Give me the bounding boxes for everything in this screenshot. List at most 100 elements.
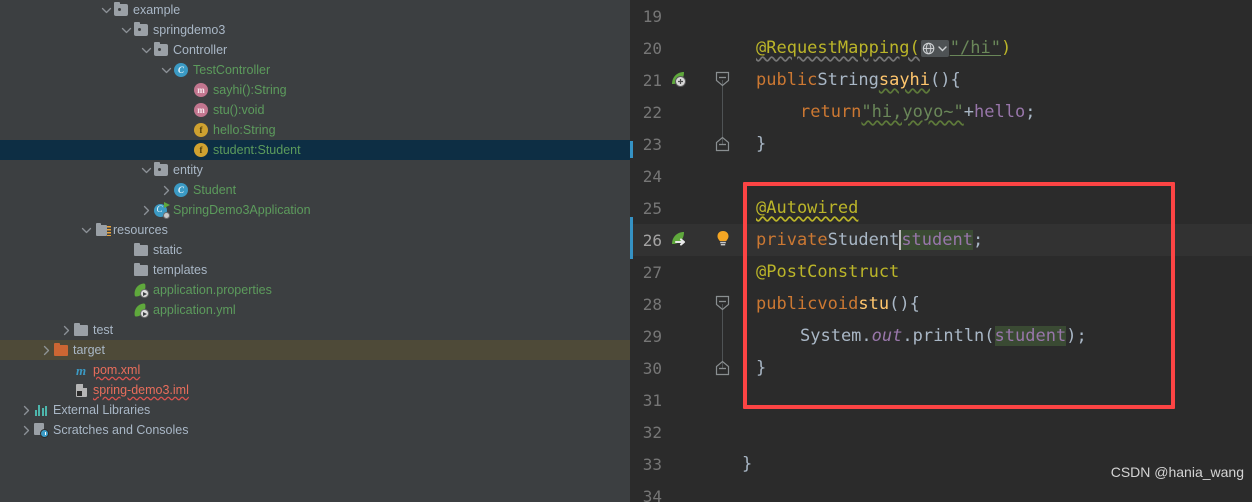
gutter-spacer [668, 389, 690, 411]
chevron-down-icon[interactable] [80, 224, 93, 237]
editor-line[interactable]: 31 [630, 384, 1252, 416]
tree-row[interactable]: Scratches and Consoles [0, 420, 630, 440]
editor-gutter[interactable]: 32 [630, 416, 708, 448]
editor-gutter[interactable]: 28 [630, 288, 708, 320]
editor-line[interactable]: 24 [630, 160, 1252, 192]
tree-row[interactable]: resources [0, 220, 630, 240]
tree-row[interactable]: static [0, 240, 630, 260]
editor-line[interactable]: 29 System. out. println(student); [630, 320, 1252, 352]
project-tree-panel[interactable]: example springdemo3 Controller C TestControl… [0, 0, 630, 502]
tree-row[interactable]: spring-demo3.iml [0, 380, 630, 400]
tree-row[interactable]: application.yml [0, 300, 630, 320]
tree-row[interactable]: C TestController [0, 60, 630, 80]
chevron-right-icon[interactable] [20, 404, 33, 417]
code-editor[interactable]: 19 20 @RequestMapping("/hi") 21 public Strin… [630, 0, 1252, 502]
code-line-content[interactable]: return "hi,yoyo~" + hello; [738, 96, 1252, 128]
editor-gutter[interactable]: 27 [630, 256, 708, 288]
chevron-down-icon[interactable] [120, 24, 133, 37]
editor-line[interactable]: 26 private Student student; [630, 224, 1252, 256]
code-line-content[interactable]: public String sayhi(){ [738, 64, 1252, 96]
editor-line[interactable]: 28 public void stu(){ [630, 288, 1252, 320]
editor-line[interactable]: 22 return "hi,yoyo~" + hello; [630, 96, 1252, 128]
editor-gutter[interactable]: 24 [630, 160, 708, 192]
tree-row-label: Scratches and Consoles [53, 422, 189, 437]
code-line-content[interactable] [738, 0, 1252, 32]
tree-row[interactable]: External Libraries [0, 400, 630, 420]
chevron-down-icon[interactable] [140, 44, 153, 57]
code-line-content[interactable]: @PostConstruct [738, 256, 1252, 288]
editor-gutter[interactable]: 21 [630, 64, 708, 96]
code-line-content[interactable]: @Autowired [738, 192, 1252, 224]
code-line-content[interactable] [738, 416, 1252, 448]
tree-row[interactable]: Controller [0, 40, 630, 60]
code-line-content[interactable]: @RequestMapping("/hi") [738, 32, 1252, 64]
tree-row[interactable]: SpringDemo3Application [0, 200, 630, 220]
editor-gutter[interactable]: 25 [630, 192, 708, 224]
chevron-down-icon[interactable] [160, 64, 173, 77]
editor-line[interactable]: 32 [630, 416, 1252, 448]
editor-gutter[interactable]: 33 [630, 448, 708, 480]
code-line-content[interactable]: System. out. println(student); [738, 320, 1252, 352]
tree-row[interactable]: target [0, 340, 630, 360]
tree-row[interactable]: m pom.xml [0, 360, 630, 380]
tree-row[interactable]: springdemo3 [0, 20, 630, 40]
editor-line[interactable]: 21 public String sayhi(){ [630, 64, 1252, 96]
tree-row[interactable]: application.properties [0, 280, 630, 300]
chevron-right-icon[interactable] [160, 184, 173, 197]
fold-start-icon[interactable] [708, 288, 738, 320]
tree-row[interactable]: test [0, 320, 630, 340]
annotation-name: @RequestMapping( [756, 38, 920, 58]
editor-line[interactable]: 27 @PostConstruct [630, 256, 1252, 288]
tree-row[interactable]: templates [0, 260, 630, 280]
code-line-content[interactable]: private Student student; [738, 224, 1252, 256]
fold-end-icon[interactable] [708, 352, 738, 384]
editor-line[interactable]: 19 [630, 0, 1252, 32]
editor-gutter[interactable]: 20 [630, 32, 708, 64]
tree-row[interactable]: example [0, 0, 630, 20]
brace: } [756, 134, 767, 154]
tree-row[interactable]: m sayhi():String [0, 80, 630, 100]
editor-line[interactable]: 23} [630, 128, 1252, 160]
code-line-content[interactable] [738, 480, 1252, 502]
editor-line[interactable]: 25 @Autowired [630, 192, 1252, 224]
tree-row[interactable]: entity [0, 160, 630, 180]
fold-guide-line [708, 320, 738, 352]
code-line-content[interactable]: } [738, 352, 1252, 384]
editor-gutter[interactable]: 29 [630, 320, 708, 352]
editor-gutter[interactable]: 30 [630, 352, 708, 384]
chevron-right-icon[interactable] [140, 204, 153, 217]
editor-line[interactable]: 34 [630, 480, 1252, 502]
package-folder-icon [153, 42, 169, 58]
tree-row[interactable]: f hello:String [0, 120, 630, 140]
editor-gutter[interactable]: 19 [630, 0, 708, 32]
fold-end-icon[interactable] [708, 128, 738, 160]
tree-row[interactable]: C Student [0, 180, 630, 200]
editor-gutter[interactable]: 23 [630, 128, 708, 160]
intention-bulb-icon[interactable] [708, 224, 738, 256]
tree-row[interactable]: f student:Student [0, 140, 630, 160]
editor-gutter[interactable]: 31 [630, 384, 708, 416]
editor-line[interactable]: 30} [630, 352, 1252, 384]
tree-row[interactable]: m stu():void [0, 100, 630, 120]
chevron-down-icon[interactable] [140, 164, 153, 177]
code-line-content[interactable]: } [738, 128, 1252, 160]
editor-gutter[interactable]: 34 [630, 480, 708, 502]
editor-gutter[interactable]: 22 [630, 96, 708, 128]
globe-icon[interactable] [920, 39, 949, 57]
fold-start-icon[interactable] [708, 64, 738, 96]
chevron-right-icon[interactable] [40, 344, 53, 357]
spring-autowire-icon[interactable] [668, 229, 690, 251]
editor-line[interactable]: 20 @RequestMapping("/hi") [630, 32, 1252, 64]
code-line-content[interactable]: public void stu(){ [738, 288, 1252, 320]
chevron-right-icon[interactable] [20, 424, 33, 437]
code-line-content[interactable] [738, 160, 1252, 192]
spring-bean-icon[interactable] [668, 69, 690, 91]
chevron-right-icon[interactable] [60, 324, 73, 337]
code-line-content[interactable] [738, 384, 1252, 416]
editor-gutter[interactable]: 26 [630, 224, 708, 256]
tree-row-label: target [73, 342, 105, 357]
chevron-down-icon[interactable] [100, 4, 113, 17]
